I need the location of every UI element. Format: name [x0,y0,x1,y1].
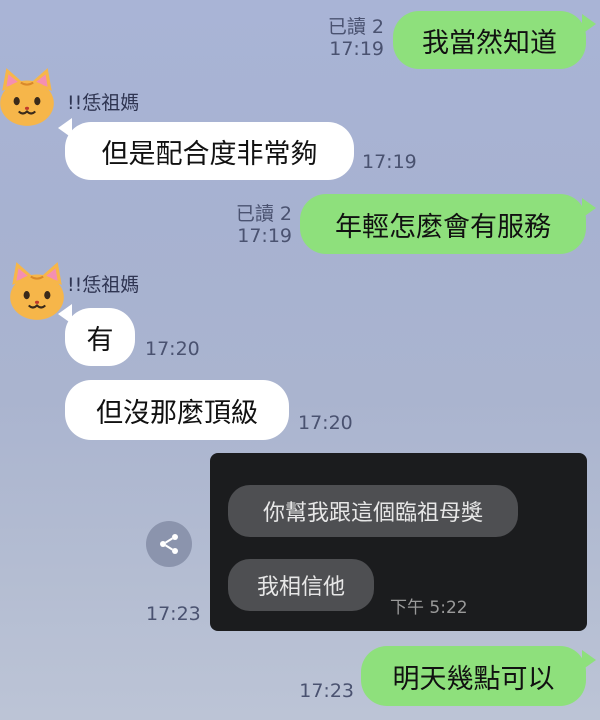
timestamp: 17:23 [146,603,201,625]
message-bubble-incoming[interactable]: 但沒那麼頂級 [65,380,289,440]
message-text: 有 [86,324,114,356]
screenshot-bubble: 我相信他 [228,559,374,611]
bubble-tail [582,198,596,218]
image-message[interactable]: 你幫我跟這個臨祖母獎 我相信他 下午 5:22 [210,453,587,631]
read-status: 已讀 2 [327,16,384,38]
message-bubble-incoming[interactable]: 但是配合度非常夠 [65,122,354,180]
message-text: 但沒那麼頂級 [96,397,258,429]
avatar[interactable] [4,258,66,320]
bubble-tail [582,650,596,670]
message-bubble-outgoing[interactable]: 明天幾點可以 [361,646,586,706]
timestamp: 17:19 [362,151,417,173]
screenshot-timestamp: 下午 5:22 [390,598,468,618]
message-text: 明天幾點可以 [392,663,555,695]
sender-name: !!恁祖媽 [67,92,140,114]
share-button[interactable] [146,521,192,567]
read-status: 已讀 2 [235,203,292,225]
screenshot-text: 你幫我跟這個臨祖母獎 [262,501,483,526]
read-receipt: 已讀 2 17:19 [300,16,384,60]
message-bubble-incoming[interactable]: 有 [65,308,135,366]
bubble-tail [582,14,596,34]
cat-face-icon [0,68,54,126]
share-icon [160,534,178,554]
timestamp: 17:20 [145,338,200,360]
read-receipt: 已讀 2 17:19 [206,203,292,247]
message-text: 年輕怎麼會有服務 [335,211,551,243]
message-bubble-outgoing[interactable]: 年輕怎麼會有服務 [300,194,586,254]
screenshot-bubble: 你幫我跟這個臨祖母獎 [228,485,518,537]
timestamp: 17:20 [298,412,353,434]
timestamp: 17:19 [237,225,292,247]
timestamp: 17:23 [299,680,354,702]
message-text: 我當然知道 [422,27,557,59]
timestamp: 17:19 [329,38,384,60]
message-text: 但是配合度非常夠 [101,138,318,170]
screenshot-text: 我相信他 [256,575,345,600]
avatar[interactable] [0,64,56,126]
message-bubble-outgoing[interactable]: 我當然知道 [393,11,586,69]
sender-name: !!恁祖媽 [67,274,140,296]
